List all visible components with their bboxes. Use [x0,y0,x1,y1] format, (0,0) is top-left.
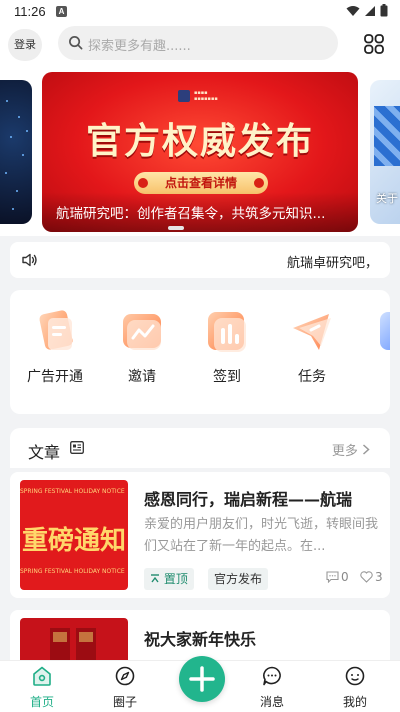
speaker-icon [22,253,37,267]
article-thumbnail [20,618,128,662]
article-description: 亲爱的用户朋友们，时光飞逝，转眼间我们又站在了新一年的起点。在... [144,517,379,554]
banner-caption: 航瑞研究吧：创作者召集令，共筑多元知识... [56,206,326,222]
nav-messages[interactable]: 消息 [242,665,302,710]
notice-text: 航瑞卓研究吧， [286,256,378,271]
create-post-button[interactable] [179,656,225,702]
logo-mark-icon [178,90,190,102]
banner-carousel[interactable]: ▪▪▪▪ ▪▪▪▪▪▪▪ 官方权威发布 点击查看详情 航瑞研究吧：创作者召集令，共… [0,66,400,236]
quick-action-checkin[interactable]: 签到 [192,306,262,386]
message-icon [263,666,281,686]
quick-action-label: 签到 [213,369,241,385]
quick-action-label: i [362,366,390,382]
wifi-icon [346,5,360,16]
banner-cta-button[interactable]: 点击查看详情 [134,172,268,194]
comment-icon [326,571,339,583]
article-title: 感恩同行，瑞启新程——航瑞 [144,490,353,509]
quick-action-ad[interactable]: 广告开通 [20,306,90,386]
battery-icon [380,4,388,17]
pinned-tag: 置顶 [144,568,194,590]
quick-action-label: 任务 [298,369,326,385]
quick-actions: 广告开通 邀请 签到 任务 [10,290,390,414]
heart-icon [360,571,373,583]
banner-next-caption: 关于 [376,192,398,205]
article-thumbnail: SPRING FESTIVAL HOLIDAY NOTICE 重磅通知 SPRI… [20,480,128,590]
quick-action-label: 邀请 [128,369,156,385]
search-bar[interactable]: 探索更多有趣...... [58,26,338,60]
checkin-icon [200,306,254,356]
carousel-indicator [168,226,184,230]
system-icons [346,4,388,17]
articles-title: 文章 [28,443,61,462]
banner-slide[interactable]: ▪▪▪▪ ▪▪▪▪▪▪▪ 官方权威发布 点击查看详情 航瑞研究吧：创作者召集令，共… [42,72,358,232]
chevron-right-icon [362,444,370,455]
quick-action-task[interactable]: 任务 [277,306,347,386]
search-icon [69,36,83,50]
search-placeholder: 探索更多有趣...... [88,39,191,54]
nav-profile[interactable]: 我的 [325,665,385,710]
notification-badge-icon: A [56,6,67,17]
banner-headline: 官方权威发布 [85,121,314,162]
quick-action-more[interactable]: i [362,306,390,382]
more-icon [370,306,390,356]
comment-count[interactable]: 0 [326,570,349,584]
notice-bar[interactable]: 航瑞卓研究吧， [10,242,390,278]
article-card[interactable]: 祝大家新年快乐 [10,610,390,662]
quick-action-label: 广告开通 [27,369,83,385]
article-title: 祝大家新年快乐 [144,630,257,649]
articles-more-link[interactable]: 更多 [332,440,370,459]
banner-next-slide[interactable]: 关于 [370,80,400,224]
task-icon [285,306,339,356]
profile-icon [345,666,365,686]
ad-icon [28,306,82,356]
article-card[interactable]: SPRING FESTIVAL HOLIDAY NOTICE 重磅通知 SPRI… [10,472,390,598]
nav-circle[interactable]: 圈子 [95,665,155,710]
nav-home[interactable]: 首页 [12,665,72,710]
status-bar: 11:26 A [0,0,400,24]
login-button[interactable]: 登录 [8,29,42,61]
banner-logo: ▪▪▪▪ ▪▪▪▪▪▪▪ [178,90,218,102]
status-time: 11:26 [14,4,46,19]
quick-action-invite[interactable]: 邀请 [107,306,177,386]
category-tag[interactable]: 官方发布 [208,568,269,590]
thumbnail-headline: 重磅通知 [22,526,127,556]
pin-icon [151,574,159,583]
invite-icon [115,306,169,356]
banner-prev-slide[interactable] [0,80,32,224]
apps-grid-icon[interactable] [362,32,386,56]
articles-header: 文章 更多 [10,428,390,468]
compass-icon [115,666,135,686]
plus-icon [189,666,215,692]
top-header: 登录 探索更多有趣...... [0,24,400,66]
home-icon [33,666,51,686]
signal-icon [365,5,375,16]
like-count[interactable]: 3 [360,570,383,584]
article-list-icon [70,441,84,454]
